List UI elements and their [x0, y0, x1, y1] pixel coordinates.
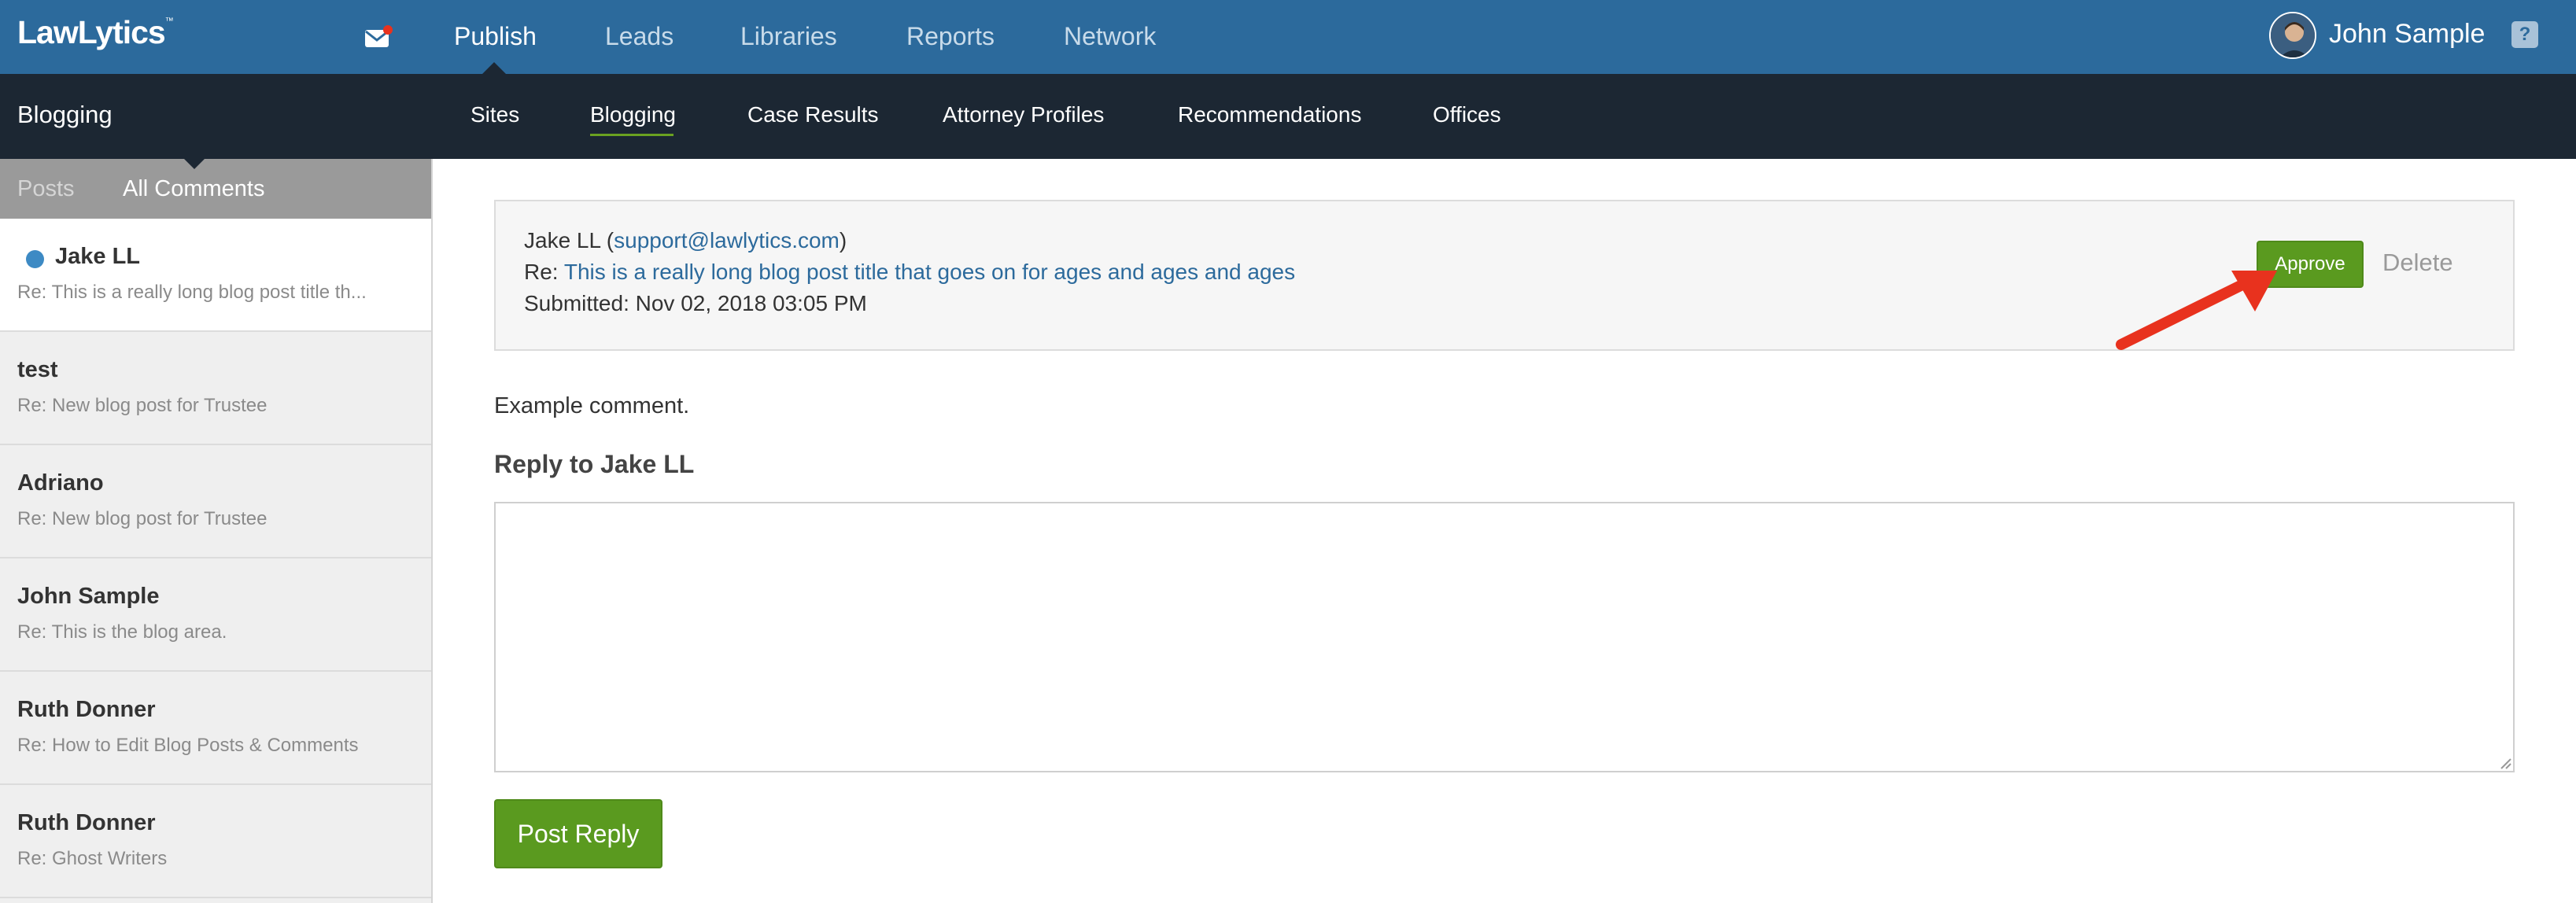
comment-author: Ruth Donner — [17, 810, 156, 835]
comment-post-line: Re: This is a really long blog post titl… — [524, 260, 1295, 285]
tab-all-comments[interactable]: All Comments — [123, 176, 265, 202]
section-title: Blogging — [17, 101, 113, 128]
comment-author-line: Jake LL (support@lawlytics.com) — [524, 228, 847, 252]
tab-posts[interactable]: Posts — [17, 176, 75, 202]
active-nav-caret — [482, 62, 506, 74]
comment-list-item[interactable]: John Sample Re: This is the blog area. — [0, 558, 431, 672]
comment-author-name: Jake LL — [524, 228, 601, 252]
user-name[interactable]: John Sample — [2329, 19, 2485, 50]
comment-subject: Re: Ghost Writers — [17, 848, 168, 869]
comment-author: Adriano — [17, 470, 104, 496]
comment-list-item[interactable]: Ruth Donner Re: How to Edit Blog Posts &… — [0, 672, 431, 785]
subnav-offices[interactable]: Offices — [1433, 102, 1501, 127]
sub-navigation-bar: Blogging Sites Blogging Case Results Att… — [0, 74, 2576, 159]
submitted-label: Submitted: — [524, 291, 629, 315]
post-title-link[interactable]: This is a really long blog post title th… — [564, 260, 1295, 284]
help-icon[interactable]: ? — [2511, 21, 2538, 48]
resize-grip-icon[interactable] — [2499, 757, 2511, 769]
reply-textarea[interactable] — [494, 502, 2515, 772]
avatar-photo — [2271, 13, 2315, 57]
topnav-leads[interactable]: Leads — [605, 22, 674, 51]
reply-heading: Reply to Jake LL — [494, 450, 695, 478]
comments-sidebar: Posts All Comments Jake LL Re: This is a… — [0, 159, 433, 903]
comment-list-item[interactable]: Ruth Donner Re: Ghost Writers — [0, 785, 431, 898]
comment-author: test — [17, 357, 58, 382]
post-reply-button[interactable]: Post Reply — [494, 799, 662, 868]
lawlytics-logo[interactable]: LawLytics™ — [17, 14, 174, 51]
comment-list-item[interactable]: Adriano Re: New blog post for Trustee — [0, 445, 431, 558]
comment-list-item[interactable]: Jake LL Re: This is a really long blog p… — [0, 219, 431, 332]
comment-subject: Re: New blog post for Trustee — [17, 395, 268, 416]
comment-submitted-line: Submitted: Nov 02, 2018 03:05 PM — [524, 291, 867, 316]
comment-subject: Re: How to Edit Blog Posts & Comments — [17, 735, 359, 756]
comment-subject: Re: This is the blog area. — [17, 621, 227, 643]
subnav-recommendations[interactable]: Recommendations — [1178, 102, 1361, 127]
subnav-blogging[interactable]: Blogging — [590, 102, 676, 127]
comment-author: Ruth Donner — [17, 697, 156, 722]
submitted-date: Nov 02, 2018 03:05 PM — [635, 291, 867, 315]
topnav-publish[interactable]: Publish — [454, 22, 537, 51]
topnav-network[interactable]: Network — [1064, 22, 1156, 51]
active-subnav-underline — [590, 134, 674, 136]
top-navigation-bar: LawLytics™ Publish Leads Libraries Repor… — [0, 0, 2576, 74]
comment-subject: Re: New blog post for Trustee — [17, 508, 268, 529]
mail-icon[interactable] — [364, 25, 393, 49]
comment-subject: Re: This is a really long blog post titl… — [17, 282, 367, 303]
comment-body: Example comment. — [494, 393, 690, 418]
subnav-sites[interactable]: Sites — [471, 102, 519, 127]
avatar[interactable] — [2269, 12, 2316, 59]
re-label: Re: — [524, 260, 559, 284]
topnav-reports[interactable]: Reports — [906, 22, 995, 51]
unread-dot-icon — [26, 250, 44, 268]
topnav-libraries[interactable]: Libraries — [740, 22, 837, 51]
comment-author: Jake LL — [55, 244, 140, 269]
annotation-arrow-icon — [2116, 271, 2277, 350]
comment-author-email-link[interactable]: support@lawlytics.com — [614, 228, 840, 252]
sidebar-tabs: Posts All Comments — [0, 159, 431, 219]
subnav-attorney-profiles[interactable]: Attorney Profiles — [943, 102, 1104, 127]
subnav-case-results[interactable]: Case Results — [747, 102, 879, 127]
delete-button[interactable]: Delete — [2382, 249, 2453, 277]
notification-dot-icon — [383, 25, 393, 35]
comment-list-item[interactable]: test Re: New blog post for Trustee — [0, 332, 431, 445]
comment-author: John Sample — [17, 584, 160, 609]
section-caret — [184, 159, 205, 169]
